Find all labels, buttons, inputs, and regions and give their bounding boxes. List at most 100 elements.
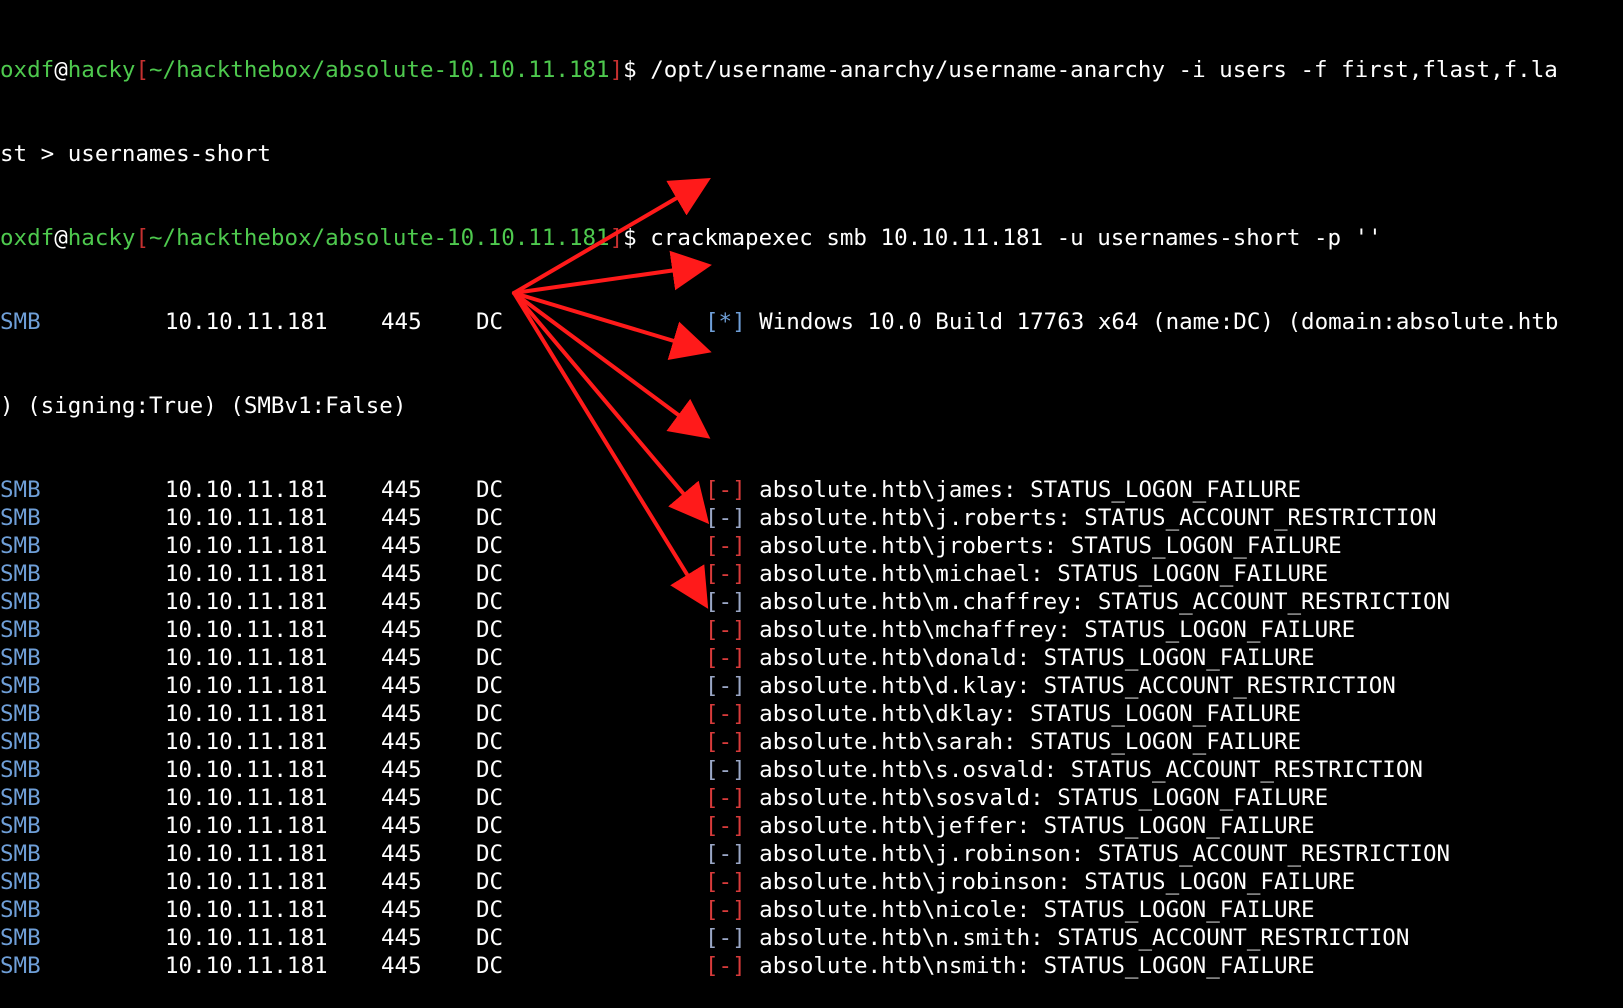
table-row-logon-failure: SMB 10.10.11.181 445 DC [-] absolute.htb\don…	[0, 644, 1623, 672]
status-text: absolute.htb\j.robinson: STATUS_ACCOUNT_…	[745, 841, 1451, 867]
protocol-label: SMB	[0, 813, 41, 839]
prompt-at: @	[54, 225, 68, 251]
target-port: 445	[381, 869, 422, 895]
prompt-user: oxdf	[0, 225, 55, 251]
status-marker: [-]	[705, 617, 746, 643]
terminal-window[interactable]: oxdf@hacky[~/hackthebox/absolute-10.10.1…	[0, 0, 1623, 979]
status-text: absolute.htb\jroberts: STATUS_LOGON_FAIL…	[745, 533, 1342, 559]
target-name: DC	[476, 673, 504, 699]
target-name: DC	[476, 729, 504, 755]
status-marker: [-]	[705, 897, 746, 923]
target-name: DC	[476, 953, 504, 979]
status-text: absolute.htb\mchaffrey: STATUS_LOGON_FAI…	[745, 617, 1356, 643]
target-port: 445	[381, 701, 422, 727]
target-host: 10.10.11.181	[165, 477, 328, 503]
status-marker: [-]	[705, 561, 746, 587]
protocol-label: SMB	[0, 701, 41, 727]
table-row-logon-failure: SMB 10.10.11.181 445 DC [-] absolute.htb\jro…	[0, 532, 1623, 560]
table-row-logon-failure: SMB 10.10.11.181 445 DC [-] absolute.htb\nsm…	[0, 952, 1623, 980]
table-row-logon-failure: SMB 10.10.11.181 445 DC [-] absolute.htb\mch…	[0, 616, 1623, 644]
target-name: DC	[476, 617, 504, 643]
target-port: 445	[381, 533, 422, 559]
command-text: crackmapexec smb 10.10.11.181 -u usernam…	[636, 225, 1382, 251]
status-text: absolute.htb\michael: STATUS_LOGON_FAILU…	[745, 561, 1329, 587]
status-text: absolute.htb\dklay: STATUS_LOGON_FAILURE	[745, 701, 1302, 727]
target-name: DC	[476, 869, 504, 895]
target-host: 10.10.11.181	[165, 757, 328, 783]
protocol-label: SMB	[0, 897, 41, 923]
command-text-continuation: st > usernames-short	[0, 141, 271, 167]
protocol-label: SMB	[0, 729, 41, 755]
status-text: absolute.htb\d.klay: STATUS_ACCOUNT_REST…	[745, 673, 1396, 699]
target-port: 445	[381, 589, 422, 615]
protocol-label: SMB	[0, 645, 41, 671]
protocol-label: SMB	[0, 673, 41, 699]
target-host: 10.10.11.181	[165, 925, 328, 951]
target-port: 445	[381, 673, 422, 699]
prompt-line-1: oxdf@hacky[~/hackthebox/absolute-10.10.1…	[0, 56, 1623, 84]
table-row-account-restriction: SMB 10.10.11.181 445 DC [-] absolute.htb\j.r…	[0, 840, 1623, 868]
target-name: DC	[476, 505, 504, 531]
status-marker: [-]	[705, 925, 746, 951]
table-row-account-restriction: SMB 10.10.11.181 445 DC [-] absolute.htb\m.c…	[0, 588, 1623, 616]
target-name: DC	[476, 701, 504, 727]
target-host: 10.10.11.181	[165, 505, 328, 531]
target-port: 445	[381, 785, 422, 811]
smb-info-line: SMB 10.10.11.181 445 DC [*] Windows 10.0 Bui…	[0, 308, 1623, 336]
target-host: 10.10.11.181	[165, 589, 328, 615]
target-host: 10.10.11.181	[165, 673, 328, 699]
table-row-account-restriction: SMB 10.10.11.181 445 DC [-] absolute.htb\s.o…	[0, 756, 1623, 784]
table-row-logon-failure: SMB 10.10.11.181 445 DC [-] absolute.htb\sar…	[0, 728, 1623, 756]
status-text: absolute.htb\s.osvald: STATUS_ACCOUNT_RE…	[745, 757, 1423, 783]
target-name: DC	[476, 477, 504, 503]
table-row-account-restriction: SMB 10.10.11.181 445 DC [-] absolute.htb\j.r…	[0, 504, 1623, 532]
target-port: 445	[381, 841, 422, 867]
status-text: absolute.htb\j.roberts: STATUS_ACCOUNT_R…	[745, 505, 1437, 531]
status-text: absolute.htb\sarah: STATUS_LOGON_FAILURE	[745, 729, 1302, 755]
status-marker: [-]	[705, 673, 746, 699]
protocol-label: SMB	[0, 477, 41, 503]
table-row-account-restriction: SMB 10.10.11.181 445 DC [-] absolute.htb\n.s…	[0, 924, 1623, 952]
prompt-bracket-open: [	[135, 225, 150, 251]
status-text: absolute.htb\m.chaffrey: STATUS_ACCOUNT_…	[745, 589, 1451, 615]
target-host: 10.10.11.181	[165, 617, 328, 643]
status-marker: [-]	[705, 785, 746, 811]
target-port: 445	[381, 645, 422, 671]
status-text: absolute.htb\jeffer: STATUS_LOGON_FAILUR…	[745, 813, 1315, 839]
table-row-logon-failure: SMB 10.10.11.181 445 DC [-] absolute.htb\jef…	[0, 812, 1623, 840]
target-host: 10.10.11.181	[165, 785, 328, 811]
protocol-label: SMB	[0, 505, 41, 531]
status-text: absolute.htb\james: STATUS_LOGON_FAILURE	[745, 477, 1302, 503]
table-row-logon-failure: SMB 10.10.11.181 445 DC [-] absolute.htb\nic…	[0, 896, 1623, 924]
protocol-label: SMB	[0, 785, 41, 811]
status-marker: [-]	[705, 869, 746, 895]
prompt-host: hacky	[67, 57, 136, 83]
status-text: absolute.htb\nsmith: STATUS_LOGON_FAILUR…	[745, 953, 1315, 979]
status-marker: [-]	[705, 841, 746, 867]
target-host: 10.10.11.181	[165, 841, 328, 867]
status-marker: [-]	[705, 953, 746, 979]
prompt-bracket-close: ]	[609, 225, 624, 251]
target-name: DC	[476, 841, 504, 867]
target-name: DC	[476, 309, 504, 335]
protocol-label: SMB	[0, 953, 41, 979]
protocol-label: SMB	[0, 561, 41, 587]
prompt-path: ~/hackthebox/absolute-10.10.11.181	[149, 225, 610, 251]
status-marker: [-]	[705, 533, 746, 559]
target-port: 445	[381, 897, 422, 923]
protocol-label: SMB	[0, 309, 41, 335]
status-marker: [-]	[705, 477, 746, 503]
status-text: absolute.htb\n.smith: STATUS_ACCOUNT_RES…	[745, 925, 1410, 951]
target-host: 10.10.11.181	[165, 953, 328, 979]
status-marker: [-]	[705, 589, 746, 615]
target-port: 445	[381, 561, 422, 587]
target-name: DC	[476, 785, 504, 811]
prompt-user: oxdf	[0, 57, 55, 83]
info-marker: [*]	[705, 309, 746, 335]
target-host: 10.10.11.181	[165, 897, 328, 923]
status-text: absolute.htb\jrobinson: STATUS_LOGON_FAI…	[745, 869, 1356, 895]
status-text: absolute.htb\nicole: STATUS_LOGON_FAILUR…	[745, 897, 1315, 923]
prompt-dollar: $	[623, 57, 637, 83]
prompt-host: hacky	[67, 225, 136, 251]
info-text-continuation: ) (signing:True) (SMBv1:False)	[0, 393, 407, 419]
